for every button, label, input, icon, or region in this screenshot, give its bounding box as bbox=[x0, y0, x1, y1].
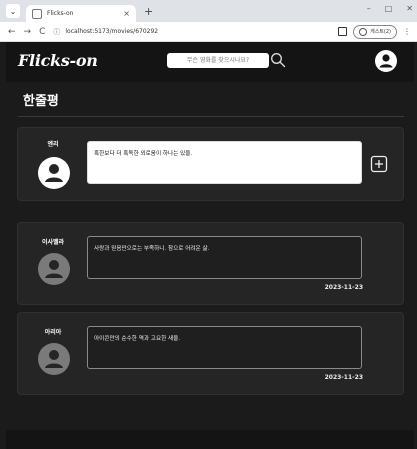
title-divider bbox=[18, 116, 404, 117]
side-panel-icon[interactable] bbox=[338, 27, 348, 36]
minimize-icon[interactable]: – bbox=[367, 4, 371, 13]
compose-avatar-icon bbox=[38, 157, 70, 189]
review-card: 이사벨라 사랑과 믿음만으로는 부족하니. 참으로 어려운 삶. 2023-11… bbox=[17, 222, 404, 305]
tab-title: Flicks-on bbox=[47, 10, 74, 17]
search-icon[interactable] bbox=[270, 52, 286, 68]
profile-icon bbox=[359, 27, 368, 36]
app-viewport: Flicks-on 한줄평 엔리 혹한보다 더 혹독한 외로움이 하나는 있을. bbox=[6, 42, 414, 449]
page-title: 한줄평 bbox=[23, 94, 59, 109]
review-avatar-icon bbox=[38, 253, 70, 285]
logo[interactable]: Flicks-on bbox=[18, 51, 98, 70]
maximize-icon[interactable]: □ bbox=[385, 4, 393, 13]
url-text: localhost:5173/movies/670292 bbox=[65, 28, 159, 35]
review-input[interactable]: 혹한보다 더 혹독한 외로움이 하나는 있을. bbox=[87, 141, 362, 184]
reload-icon[interactable]: C bbox=[39, 27, 45, 37]
review-user-name: 아리아 bbox=[44, 329, 62, 336]
user-avatar-icon[interactable] bbox=[375, 50, 397, 72]
review-user-name: 이사벨라 bbox=[41, 239, 65, 246]
close-window-icon[interactable]: ✕ bbox=[406, 4, 413, 13]
app-header: Flicks-on bbox=[6, 42, 414, 82]
browser-tab[interactable]: Flicks-on × bbox=[26, 5, 136, 22]
review-avatar-icon bbox=[38, 343, 70, 375]
browser-address-bar: ← → C ⓘ localhost:5173/movies/670292 게스트… bbox=[0, 22, 417, 42]
review-date: 2023-11-23 bbox=[324, 374, 363, 381]
browser-menu-icon[interactable]: ⋮ bbox=[403, 27, 411, 36]
review-card: 아리아 아이콘만의 순수한 역과 고요한 새울. 2023-11-23 bbox=[17, 312, 404, 395]
browser-tab-bar: ⌄ Flicks-on × + – □ ✕ bbox=[0, 0, 417, 22]
tab-close-icon[interactable]: × bbox=[123, 9, 130, 18]
site-info-icon[interactable]: ⓘ bbox=[53, 27, 60, 37]
window-controls: – □ ✕ bbox=[367, 4, 413, 13]
profile-label: 게스트(2) bbox=[370, 29, 391, 35]
compose-review-card: 엔리 혹한보다 더 혹독한 외로움이 하나는 있을. bbox=[17, 127, 404, 201]
forward-icon[interactable]: → bbox=[24, 27, 32, 37]
review-date: 2023-11-23 bbox=[324, 284, 363, 291]
review-text: 아이콘만의 순수한 역과 고요한 새울. bbox=[87, 326, 362, 369]
app-footer bbox=[6, 430, 414, 449]
new-tab-button[interactable]: + bbox=[144, 5, 153, 18]
back-icon[interactable]: ← bbox=[8, 27, 16, 37]
favicon-icon bbox=[32, 8, 42, 19]
add-review-icon[interactable] bbox=[370, 155, 388, 173]
url-field[interactable]: ⓘ localhost:5173/movies/670292 bbox=[53, 25, 338, 38]
review-text: 사랑과 믿음만으로는 부족하니. 참으로 어려운 삶. bbox=[87, 236, 362, 279]
profile-button[interactable]: 게스트(2) bbox=[353, 24, 397, 39]
search-input[interactable] bbox=[167, 53, 269, 68]
tab-search-icon[interactable]: ⌄ bbox=[6, 4, 20, 18]
compose-user-name: 엔리 bbox=[47, 141, 59, 148]
